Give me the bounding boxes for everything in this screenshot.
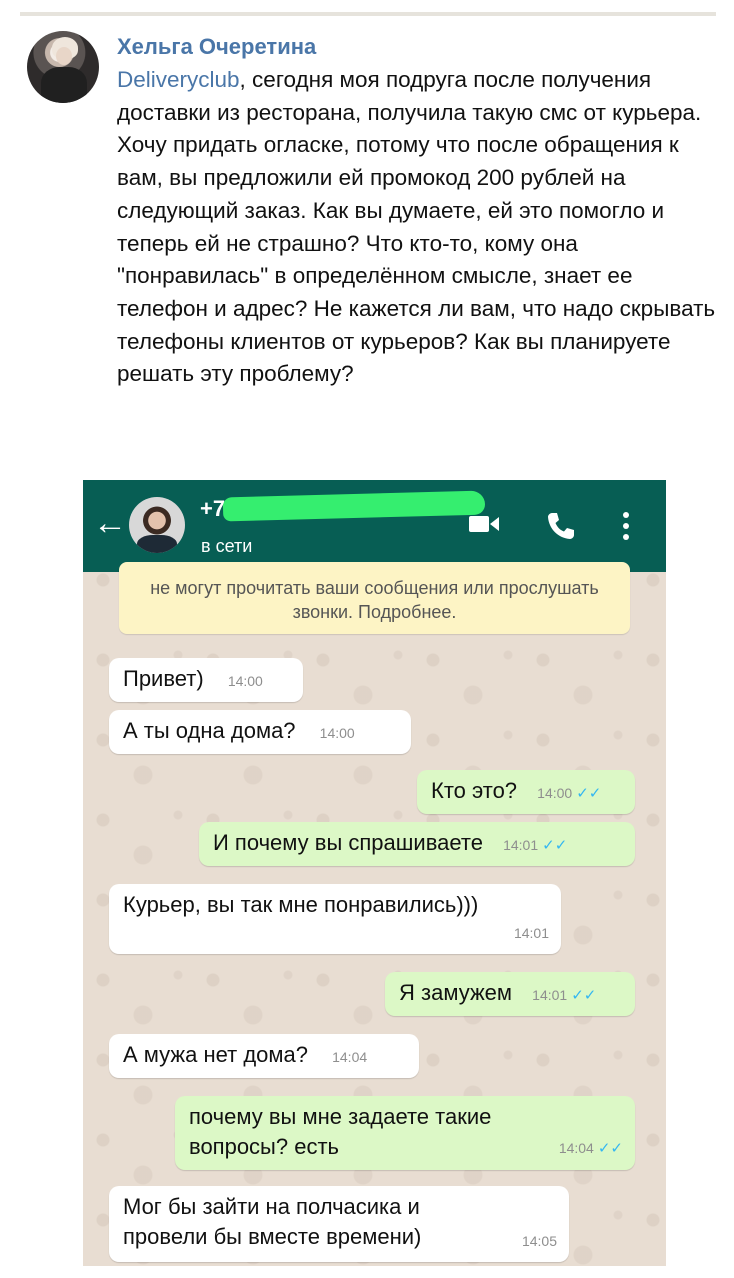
- post-body: , сегодня моя подруга после получения до…: [117, 67, 716, 387]
- message-bubble[interactable]: Курьер, вы так мне понравились))) 14:01: [109, 884, 561, 954]
- read-ticks-icon: ✓✓: [576, 785, 602, 802]
- message-bubble[interactable]: А ты одна дома? 14:00: [109, 710, 411, 754]
- chat-header: ← +7 в сети: [83, 480, 666, 572]
- message-text: Я замужем: [399, 980, 513, 1005]
- message-time: 14:04: [558, 1140, 594, 1156]
- contact-avatar[interactable]: [129, 497, 185, 553]
- message-text: почему вы мне задаете такие вопросы? ест…: [189, 1104, 492, 1159]
- message-time: 14:01: [513, 925, 549, 941]
- message-text: И почему вы спрашиваете: [213, 830, 483, 855]
- message-time: 14:01: [532, 987, 568, 1003]
- message-time: 14:05: [521, 1233, 557, 1249]
- message-text: А ты одна дома?: [123, 718, 296, 743]
- post-separator: [20, 12, 716, 16]
- chat-screenshot: ← +7 в сети не могут прочитать ваши сооб…: [83, 480, 666, 1266]
- message-time: 14:04: [332, 1049, 368, 1065]
- message-bubble[interactable]: Мог бы зайти на полчасика и провели бы в…: [109, 1186, 569, 1262]
- message-bubble[interactable]: И почему вы спрашиваете 14:01 ✓✓: [199, 822, 635, 866]
- mention-link[interactable]: Deliveryclub: [117, 67, 240, 92]
- read-ticks-icon: ✓✓: [597, 1140, 623, 1157]
- message-text: Привет): [123, 666, 204, 691]
- contact-name[interactable]: +7: [200, 496, 225, 522]
- read-ticks-icon: ✓✓: [542, 837, 568, 854]
- message-bubble[interactable]: Я замужем 14:01 ✓✓: [385, 972, 635, 1016]
- message-time: 14:00: [319, 725, 355, 741]
- post-author[interactable]: Хельга Очеретина: [117, 34, 316, 60]
- message-text: Курьер, вы так мне понравились))): [123, 892, 479, 917]
- message-bubble[interactable]: Привет) 14:00: [109, 658, 303, 702]
- message-bubble[interactable]: Кто это? 14:00 ✓✓: [417, 770, 635, 814]
- message-text: Кто это?: [431, 778, 518, 803]
- encryption-notice[interactable]: не могут прочитать ваши сообщения или пр…: [119, 562, 630, 634]
- redaction-mark: [222, 490, 486, 522]
- post-text: Deliveryclub, сегодня моя подруга после …: [117, 64, 717, 391]
- read-ticks-icon: ✓✓: [571, 987, 597, 1004]
- author-avatar[interactable]: [27, 31, 99, 103]
- contact-status: в сети: [201, 536, 253, 556]
- video-call-icon[interactable]: [467, 510, 501, 538]
- message-bubble[interactable]: А мужа нет дома? 14:04: [109, 1034, 419, 1078]
- message-time: 14:00: [227, 673, 263, 689]
- phone-call-icon[interactable]: [545, 510, 577, 542]
- more-menu-icon[interactable]: [620, 510, 632, 542]
- message-text: Мог бы зайти на полчасика и провели бы в…: [123, 1194, 422, 1249]
- back-arrow-icon[interactable]: ←: [93, 506, 127, 540]
- message-time: 14:01: [503, 837, 539, 853]
- message-bubble[interactable]: почему вы мне задаете такие вопросы? ест…: [175, 1096, 635, 1170]
- message-time: 14:00: [537, 785, 573, 801]
- message-text: А мужа нет дома?: [123, 1042, 308, 1067]
